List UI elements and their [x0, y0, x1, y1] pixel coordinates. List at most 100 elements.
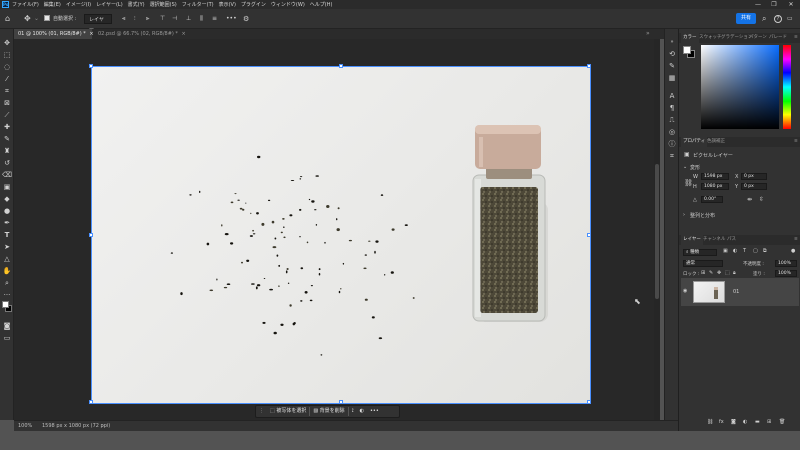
align-center-icon[interactable]: ⫶ [134, 14, 136, 24]
close-tab-icon[interactable]: × [89, 31, 93, 37]
auto-select-target-dropdown[interactable]: レイヤー [84, 14, 112, 33]
chevron-down-icon[interactable]: ⌄ [34, 14, 39, 24]
frame-icon[interactable]: ⊠ [2, 98, 12, 108]
foreground-color-swatch[interactable] [2, 301, 9, 308]
collapse-panels-icon[interactable]: » [667, 37, 677, 47]
link-icon[interactable]: ⛓ [684, 179, 693, 187]
eraser-icon[interactable]: ⌫ [2, 170, 12, 180]
gradient-icon[interactable]: ▣ [2, 182, 12, 192]
filter-type-icon[interactable]: T [743, 248, 746, 254]
zoom-icon[interactable]: ⌕ [2, 278, 12, 288]
blur-icon[interactable]: ◆ [2, 194, 12, 204]
lock-artboard-icon[interactable]: ⬚ [725, 270, 730, 276]
crop-icon[interactable]: ⌗ [2, 86, 12, 96]
blend-mode-dropdown[interactable]: 通常 [683, 260, 723, 267]
pen-icon[interactable]: ✒ [2, 218, 12, 228]
brush-settings-icon[interactable]: ✎ [667, 61, 677, 71]
filter-smart-icon[interactable]: ⧉ [763, 248, 767, 254]
menu-plugins[interactable]: プラグイン [241, 1, 266, 8]
layer-mask-icon[interactable]: ◙ [731, 419, 736, 425]
vertical-scrollbar[interactable] [654, 39, 660, 420]
history-brush-icon[interactable]: ↺ [2, 158, 12, 168]
character-panel-icon[interactable]: A [667, 91, 677, 101]
path-select-icon[interactable]: ➤ [2, 242, 12, 252]
chevron-down-icon[interactable]: ⌄ [683, 164, 687, 170]
filter-shape-icon[interactable]: ▢ [753, 248, 758, 254]
height-field[interactable]: 1080 px [701, 183, 729, 190]
flip-horizontal-icon[interactable]: ⇹ [747, 196, 752, 203]
y-field[interactable]: 0 px [741, 183, 767, 190]
tab-layers[interactable]: レイヤー [681, 235, 703, 245]
canvas-image[interactable] [92, 67, 590, 403]
fill-field[interactable]: 100% [775, 270, 797, 277]
angle-field[interactable]: 0.00° [701, 196, 723, 203]
close-tab-icon[interactable]: × [182, 31, 186, 37]
select-subject-button[interactable]: ⬚ 被写体を選択 [267, 406, 309, 417]
move-tool-icon[interactable]: ✥ [24, 14, 31, 24]
search-icon[interactable]: ⌕ [762, 14, 766, 24]
layer-filter-dropdown[interactable]: ⌕ 種類 [683, 249, 717, 256]
delete-layer-icon[interactable]: 🗑︎ [779, 419, 785, 425]
align-right-icon[interactable]: ⫸ [146, 14, 149, 24]
lock-brush-icon[interactable]: ✎ [709, 270, 713, 276]
dodge-icon[interactable]: ● [2, 206, 12, 216]
maximize-icon[interactable]: ❐ [767, 0, 781, 9]
lock-all-icon[interactable]: 🔒︎ [733, 270, 736, 276]
filter-pixel-icon[interactable]: ▣ [723, 248, 728, 254]
new-group-icon[interactable]: ▬ [755, 419, 760, 425]
tab-adjustments[interactable]: 色調補正 [705, 137, 727, 147]
history-panel-icon[interactable]: ⟲ [667, 49, 677, 59]
tab-document-02[interactable]: 02.psd @ 66.7% (02, RGB/8#) * × [94, 29, 186, 39]
tab-patterns[interactable]: パターン [747, 33, 769, 43]
lock-pixels-icon[interactable]: ⊞ [701, 270, 705, 276]
align-top-icon[interactable]: ⊤ [160, 14, 165, 24]
quick-mask-icon[interactable]: ◙ [2, 321, 12, 331]
hand-icon[interactable]: ✋ [2, 266, 12, 276]
zoom-level[interactable]: 100% [18, 423, 32, 429]
distribute-icon[interactable]: ⫼ [200, 14, 203, 24]
taskbar-grip-icon[interactable]: ⋮ [256, 406, 267, 417]
tab-color[interactable]: カラー [681, 33, 699, 43]
healing-icon[interactable]: ✚ [2, 122, 12, 132]
panel-menu-icon[interactable]: ≡ [792, 33, 800, 43]
tab-document-01[interactable]: 01 @ 100% (01, RGB/8#) * × [14, 29, 94, 39]
align-left-icon[interactable]: ⫷ [122, 14, 125, 24]
tabs-overflow-icon[interactable]: » [646, 30, 650, 37]
comments-panel-icon[interactable]: ⌗ [667, 151, 677, 161]
menu-layer[interactable]: レイヤー(L) [96, 1, 123, 8]
marquee-icon[interactable]: ⬚ [2, 50, 12, 60]
chevron-right-icon[interactable]: › [683, 212, 685, 218]
visibility-eye-icon[interactable]: ◉ [683, 288, 687, 294]
auto-select-checkbox[interactable] [44, 14, 50, 24]
menu-help[interactable]: ヘルプ(H) [310, 1, 333, 8]
distribute-vertical-icon[interactable]: ≡ [212, 14, 217, 24]
layer-row[interactable]: ◉ 01 [681, 278, 799, 306]
help-icon[interactable]: ? [774, 15, 782, 23]
document-info[interactable]: 1598 px x 1080 px (72 ppi) [42, 423, 110, 429]
layer-style-icon[interactable]: fx [719, 419, 724, 425]
libraries-icon[interactable]: ▦ [667, 73, 677, 83]
lock-position-icon[interactable]: ✥ [717, 270, 721, 276]
foreground-swatch[interactable] [683, 46, 691, 54]
glyphs-panel-icon[interactable]: ⎍ [667, 115, 677, 125]
share-button[interactable]: 共有 [736, 13, 756, 24]
stamp-icon[interactable]: ♜ [2, 146, 12, 156]
menu-type[interactable]: 書式(Y) [128, 1, 145, 8]
status-chevron-icon[interactable]: › [102, 423, 104, 429]
adjustment-layer-icon[interactable]: ◐ [743, 419, 747, 425]
flip-vertical-icon[interactable]: ⇳ [759, 196, 764, 203]
tab-properties[interactable]: プロパティ [681, 137, 708, 147]
x-field[interactable]: 0 px [741, 173, 767, 180]
new-layer-icon[interactable]: ⊞ [767, 419, 771, 425]
more-tools-icon[interactable]: ··· [2, 290, 12, 300]
canvas-workspace[interactable]: ⬉ [14, 39, 660, 420]
brush-icon[interactable]: ✎ [2, 134, 12, 144]
hue-slider[interactable] [783, 45, 791, 129]
screen-mode-icon[interactable]: ▭ [2, 333, 12, 343]
navigator-panel-icon[interactable]: ◎ [667, 127, 677, 137]
info-panel-icon[interactable]: ⓘ [667, 139, 677, 149]
menu-select[interactable]: 選択範囲(S) [150, 1, 177, 8]
menu-filter[interactable]: フィルター(T) [182, 1, 214, 8]
tab-channels[interactable]: チャンネル [701, 235, 727, 245]
panel-menu-icon[interactable]: ≡ [792, 137, 800, 147]
